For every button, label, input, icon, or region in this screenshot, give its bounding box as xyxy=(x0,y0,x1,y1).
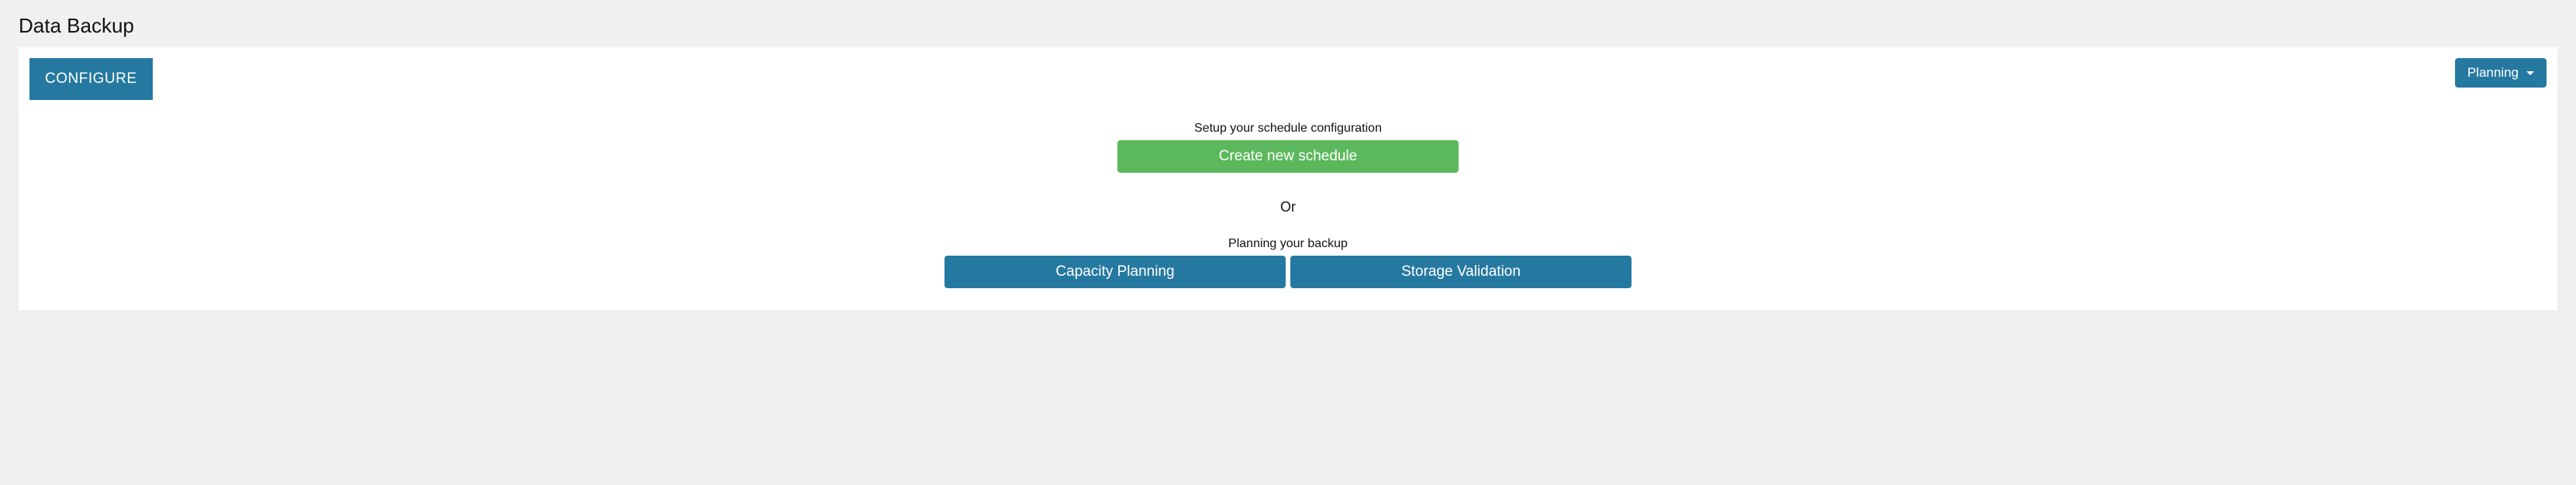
main-card: CONFIGURE Planning Setup your schedule c… xyxy=(19,47,2557,310)
storage-validation-button[interactable]: Storage Validation xyxy=(1290,256,1632,288)
schedule-helper-text: Setup your schedule configuration xyxy=(1194,122,1382,136)
planning-helper-text: Planning your backup xyxy=(1228,237,1348,251)
card-toolbar: CONFIGURE Planning xyxy=(29,58,2547,100)
page-header: Data Backup xyxy=(0,0,2576,47)
create-schedule-button[interactable]: Create new schedule xyxy=(1117,140,1459,173)
caret-down-icon xyxy=(2526,71,2534,75)
planning-button-row: Capacity Planning Storage Validation xyxy=(944,256,1632,288)
planning-dropdown-button[interactable]: Planning xyxy=(2455,58,2547,88)
planning-dropdown-label: Planning xyxy=(2467,65,2519,81)
capacity-planning-button[interactable]: Capacity Planning xyxy=(944,256,1286,288)
or-divider-text: Or xyxy=(1280,199,1296,215)
center-area: Setup your schedule configuration Create… xyxy=(29,122,2547,288)
configure-button[interactable]: CONFIGURE xyxy=(29,58,153,100)
page-title: Data Backup xyxy=(19,14,2557,38)
